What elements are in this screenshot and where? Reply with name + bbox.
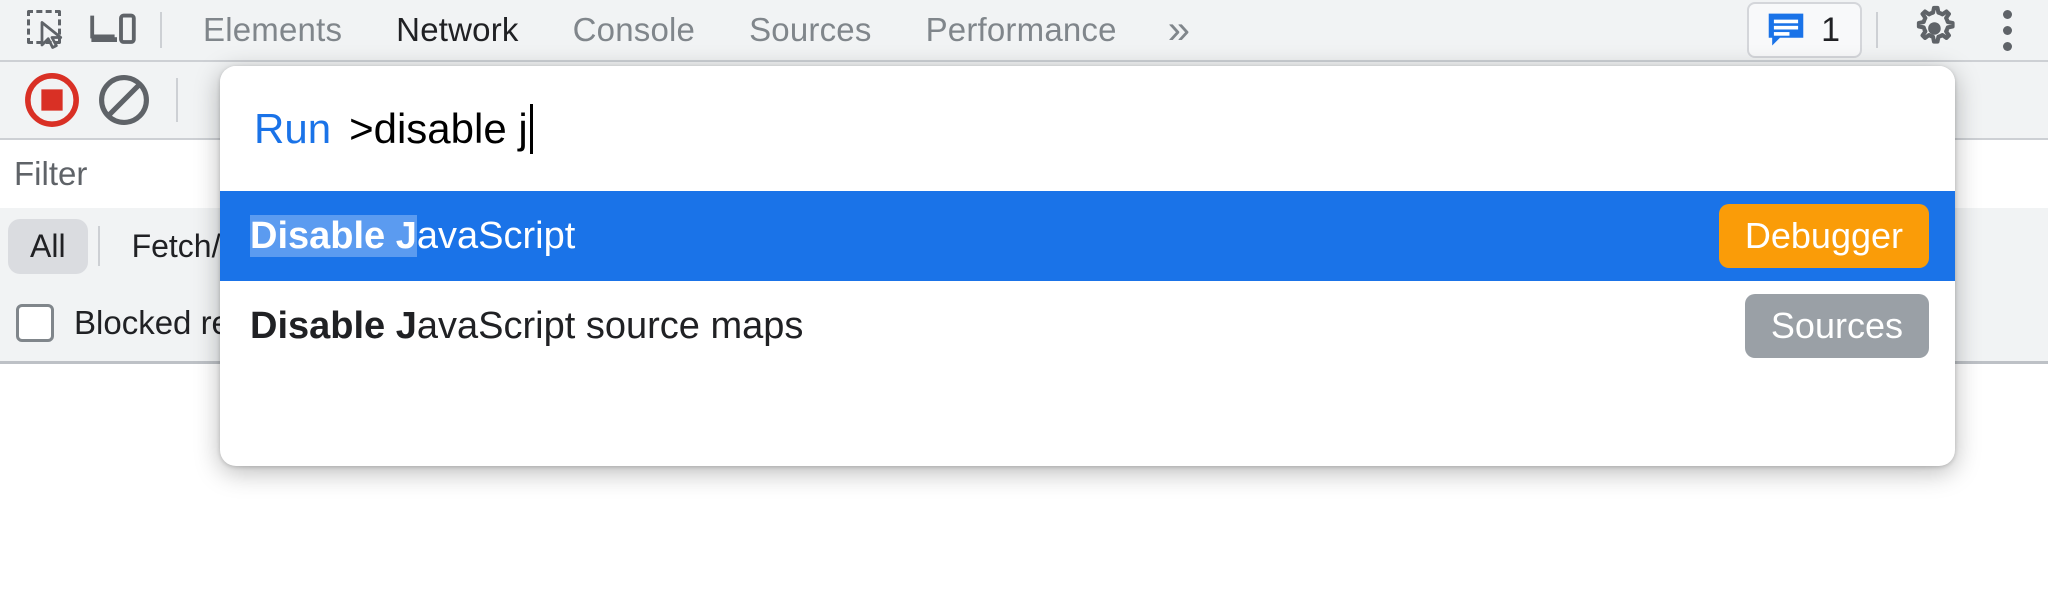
tab-network[interactable]: Network [369,0,545,61]
gear-icon [1916,5,1955,44]
command-palette-input[interactable]: >disable j [349,105,528,153]
toolbar-divider-right [1876,12,1878,48]
result-match-text: Disable J [250,214,417,257]
run-prefix-label: Run [254,104,332,152]
message-bubble-icon [1768,13,1804,46]
controls-divider [176,78,178,122]
command-palette-results: Disable JavaScript Debugger Disable Java… [220,191,1955,371]
settings-button[interactable] [1892,4,1976,56]
more-vertical-icon [2002,9,2012,19]
more-vertical-icon-dot2 [2002,25,2012,35]
result-label: Disable JavaScript [250,214,576,258]
cursor-arrow-icon [40,21,63,49]
device-toolbar-icon [90,13,136,44]
tab-elements[interactable]: Elements [176,0,369,61]
filter-input[interactable]: Filter [0,140,87,208]
message-count-badge[interactable]: 1 [1747,2,1862,58]
tab-console[interactable]: Console [546,0,722,61]
devtools-window: Elements Network Console Sources Perform… [0,0,2048,593]
panel-tabs: Elements Network Console Sources Perform… [176,0,1210,60]
toolbar-divider [160,12,162,48]
result-tag-sources: Sources [1744,294,1929,358]
tab-sources[interactable]: Sources [722,0,898,61]
result-rest-text: avaScript source maps [416,304,804,347]
result-label: Disable JavaScript source maps [250,305,803,348]
tab-performance[interactable]: Performance [899,0,1144,61]
inspect-element-button[interactable] [14,2,80,58]
chip-divider [97,226,100,266]
inspect-element-icon [25,8,69,52]
chip-all[interactable]: All [8,218,88,274]
command-palette-input-row[interactable]: Run >disable j [220,66,1955,191]
clear-button[interactable] [88,64,160,136]
result-item-disable-javascript-source-maps[interactable]: Disable JavaScript source maps Sources [220,281,1955,371]
result-match-text: Disable J [250,304,417,347]
text-caret [529,103,533,154]
devtools-tabbar: Elements Network Console Sources Perform… [0,0,2048,62]
overflow-menu-button[interactable] [1976,9,2038,51]
device-toolbar-button[interactable] [80,2,146,58]
tabbar-right-controls: 1 [1747,0,2048,60]
record-stop-icon [25,73,79,127]
result-tag-debugger: Debugger [1718,204,1929,268]
command-palette-dialog: Run >disable j Disable JavaScript Debugg… [220,66,1955,466]
message-count: 1 [1821,10,1840,49]
more-vertical-icon-dot3 [2002,41,2012,51]
more-tabs-button[interactable]: » [1144,3,1210,57]
blocked-cookies-checkbox[interactable] [16,303,54,342]
result-item-disable-javascript[interactable]: Disable JavaScript Debugger [220,191,1955,281]
result-rest-text: avaScript [416,214,576,257]
record-button[interactable] [16,64,88,136]
clear-network-icon [99,75,149,125]
